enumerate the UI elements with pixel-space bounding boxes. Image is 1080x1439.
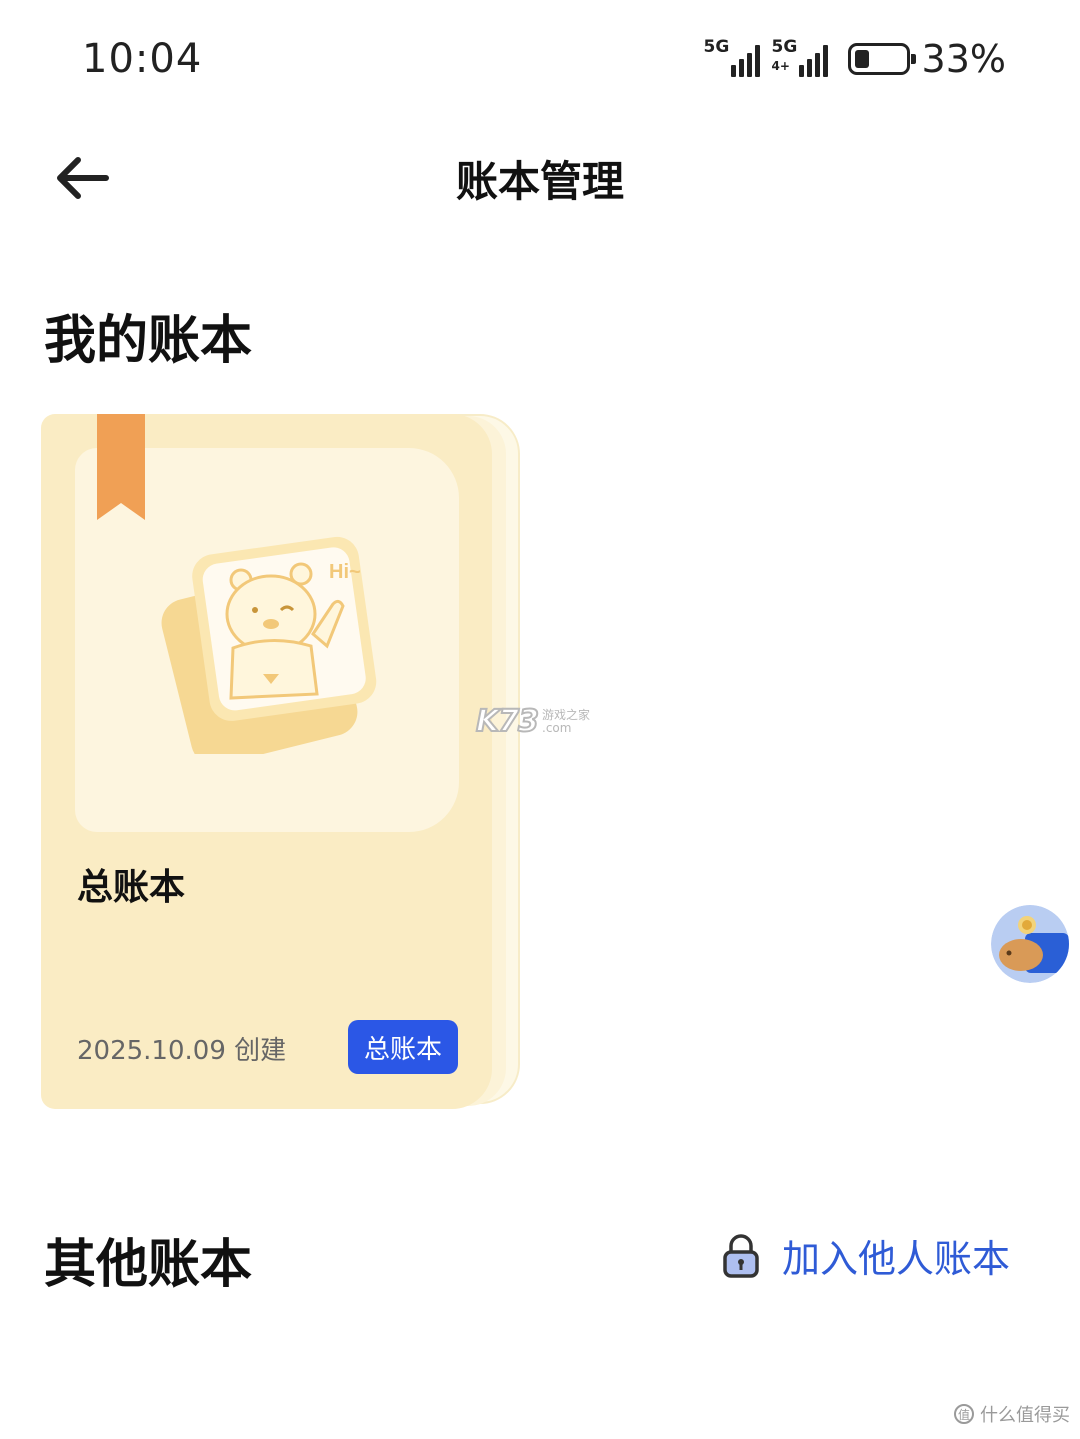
floating-assistant-avatar[interactable] [991, 905, 1069, 983]
ledger-card[interactable]: Hi~ 总账本 2025.10.09 创建 总账本 [41, 414, 492, 1109]
status-time: 10:04 [82, 36, 203, 82]
other-ledgers-title: 其他账本 [44, 1235, 253, 1295]
signal-icon: 5G 4+ [772, 39, 828, 79]
join-others-ledger-label: 加入他人账本 [781, 1237, 1010, 1281]
watermark-text: 什么值得买 [980, 1405, 1070, 1426]
signal-label: 5G [771, 37, 798, 57]
k73-watermark: K73 游戏之家 .com [475, 703, 591, 740]
watermark-logo: K73 [475, 703, 540, 740]
signal-icon: 5G [704, 39, 760, 79]
ledger-badge[interactable]: 总账本 [348, 1020, 458, 1074]
lock-icon [723, 1233, 759, 1278]
battery-percent: 33% [921, 37, 1006, 81]
join-others-ledger-link[interactable]: 加入他人账本 [722, 1228, 1010, 1283]
ledger-created-date: 2025.10.09 创建 [77, 1036, 287, 1066]
bear-waving-hi-icon: Hi~ [161, 536, 377, 754]
signal-label: 5G [703, 37, 730, 57]
watermark-icon: 值 [954, 1404, 974, 1424]
ledger-name: 总账本 [77, 867, 186, 908]
signal-sublabel: 4+ [771, 59, 790, 73]
capybara-avatar-icon [991, 905, 1069, 983]
watermark-text: 游戏之家 [542, 707, 591, 722]
svg-text:Hi~: Hi~ [329, 561, 361, 583]
watermark-text: .com [542, 720, 572, 735]
battery-icon [847, 43, 916, 75]
corner-watermark: 值 什么值得买 [954, 1401, 1070, 1427]
page-title: 账本管理 [455, 157, 624, 206]
my-ledgers-title: 我的账本 [44, 311, 253, 371]
status-icons: 5G 5G 4+ 33% [704, 36, 1006, 82]
